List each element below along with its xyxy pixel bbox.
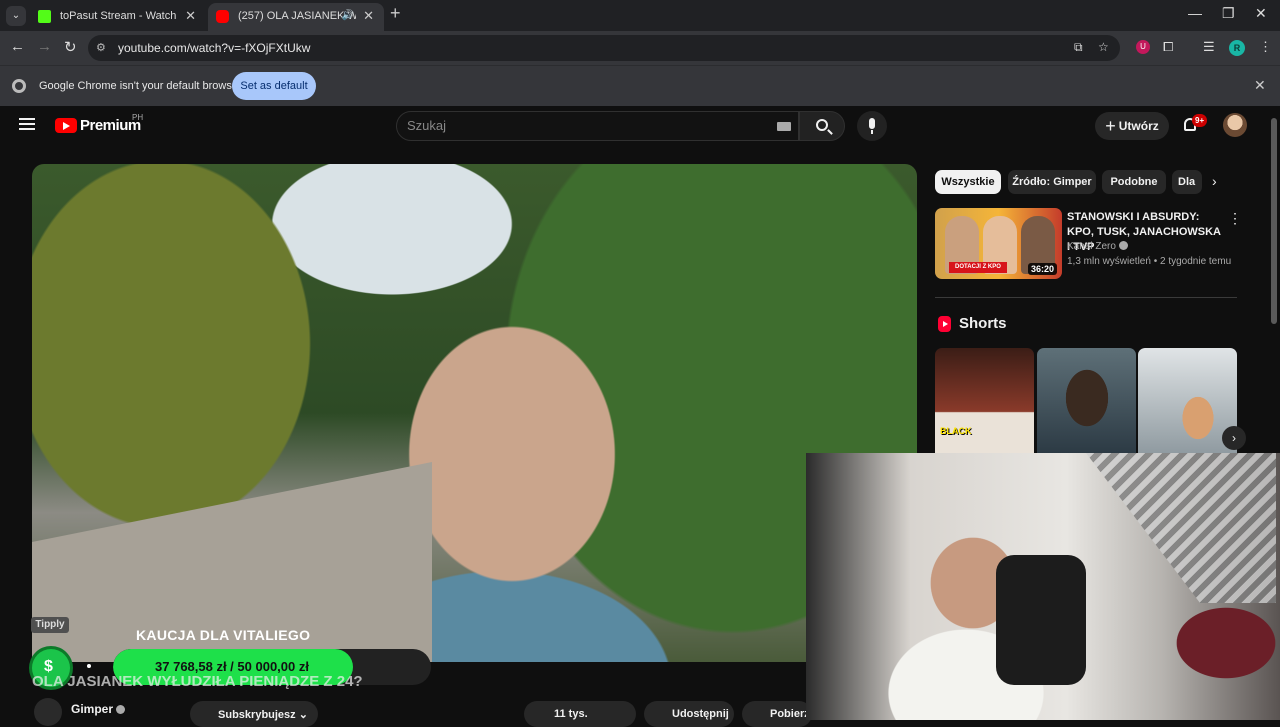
url-text[interactable]: youtube.com/watch?v=-fXOjFXtUkw (118, 41, 310, 55)
thumbnail-banner: DOTACJI Z KPO (949, 262, 1007, 273)
verified-badge-icon (1118, 241, 1128, 250)
share-label: Udostępnij (672, 708, 729, 720)
kick-favicon-icon (38, 10, 51, 23)
chevron-right-icon[interactable]: › (1212, 173, 1217, 189)
short-label: BLACK (940, 426, 972, 436)
close-tab-icon[interactable]: ✕ (363, 3, 374, 29)
download-label: Pobierz (770, 708, 810, 720)
tipply-brand: Tipply (31, 617, 69, 633)
tab-strip: ⌄ toPasut Stream - Watch Live on ✕ (257)… (0, 0, 1280, 31)
webcam-overlay (806, 453, 1280, 720)
channel-name-text: Gimper (71, 702, 114, 716)
video-title: OLA JASIANEK WYŁUDZIŁA PIENIĄDZE Z 24? (32, 673, 363, 690)
set-default-button[interactable]: Set as default (232, 72, 316, 100)
minimize-icon[interactable]: — (1188, 5, 1202, 21)
back-icon[interactable]: ← (10, 38, 25, 55)
channel-name[interactable]: Gimper (71, 702, 126, 716)
account-avatar[interactable] (1223, 113, 1247, 137)
video-player[interactable] (32, 164, 917, 662)
shorts-logo-icon (938, 316, 951, 332)
voice-search-mic-icon[interactable] (857, 111, 887, 141)
notifications-badge: 9+ (1192, 114, 1208, 127)
webcam-stairs (1086, 453, 1276, 603)
tab-search-button[interactable]: ⌄ (6, 6, 26, 26)
shorts-next-icon[interactable]: › (1222, 426, 1246, 450)
forward-icon[interactable]: → (37, 38, 52, 55)
reading-list-icon[interactable]: ☰ (1203, 39, 1215, 55)
infobar-message: Google Chrome isn't your default browser (39, 80, 242, 92)
site-info-icon[interactable]: ⚙ (96, 41, 106, 54)
donation-goal-title: KAUCJA DLA VITALIEGO (136, 627, 311, 643)
search-input[interactable] (407, 118, 767, 133)
subscribe-button[interactable]: Subskrybujesz ⌄ (190, 701, 318, 727)
extensions-puzzle-icon[interactable]: ⧠ (1163, 39, 1173, 55)
recommended-channel-text: Kanał Zero (1067, 241, 1116, 252)
recommended-thumbnail[interactable]: DOTACJI Z KPO 36:20 (935, 208, 1062, 279)
chip-source[interactable]: Źródło: Gimper (1008, 170, 1096, 194)
country-code: PH (132, 113, 144, 122)
like-button[interactable]: 11 tys. (524, 701, 636, 727)
default-browser-infobar: Google Chrome isn't your default browser… (0, 65, 1280, 106)
channel-avatar[interactable] (34, 698, 62, 726)
close-tab-icon[interactable]: ✕ (185, 3, 196, 29)
chrome-logo-icon (12, 79, 26, 93)
page-scrollbar[interactable] (1271, 118, 1277, 324)
youtube-header: Premium PH +Utwórz 9+ (0, 106, 1280, 146)
short-item[interactable]: BLACK (935, 348, 1034, 454)
chip-for-you[interactable]: Dla (1172, 170, 1202, 194)
subscribe-label: Subskrybujesz (218, 708, 296, 721)
video-duration: 36:20 (1027, 263, 1057, 275)
create-label: Utwórz (1118, 118, 1159, 133)
tab-kick[interactable]: toPasut Stream - Watch Live on ✕ (30, 3, 206, 31)
plus-icon: + (1105, 115, 1116, 136)
close-infobar-icon[interactable]: ✕ (1254, 77, 1266, 94)
shorts-heading: Shorts (959, 315, 1007, 332)
recommended-meta: 1,3 mln wyświetleń • 2 tygodnie temu (1067, 256, 1232, 267)
search-icon (816, 119, 828, 131)
browser-toolbar: ← → ↻ ⚙ youtube.com/watch?v=-fXOjFXtUkw … (0, 31, 1280, 65)
profile-avatar[interactable]: R (1229, 40, 1245, 56)
share-button[interactable]: Udostępnij (644, 701, 734, 727)
donation-goal-amount: 37 768,58 zł / 50 000,00 zł (155, 659, 309, 674)
reload-icon[interactable]: ↻ (64, 38, 77, 56)
download-button[interactable]: Pobierz (742, 701, 812, 727)
tab-title: (257) OLA JASIANEK WYŁUD (238, 10, 356, 22)
webcam-chair (996, 555, 1086, 685)
recommended-channel[interactable]: Kanał Zero (1067, 241, 1128, 252)
short-item[interactable] (1037, 348, 1136, 454)
search-button[interactable] (799, 111, 845, 141)
install-app-icon[interactable]: ⧉ (1074, 40, 1083, 55)
search-box[interactable] (396, 111, 799, 141)
new-tab-button[interactable]: + (390, 3, 401, 24)
youtube-favicon-icon (216, 10, 229, 23)
create-button[interactable]: + Utwórz (1095, 112, 1169, 140)
speaker-icon[interactable]: 🔊 (342, 3, 354, 29)
divider (935, 297, 1237, 298)
restore-icon[interactable]: ❐ (1222, 5, 1235, 22)
address-bar[interactable]: ⚙ youtube.com/watch?v=-fXOjFXtUkw ⧉ ☆ (88, 35, 1120, 61)
tab-title: toPasut Stream - Watch Live on (60, 10, 178, 22)
chrome-menu-icon[interactable]: ⋮ (1259, 39, 1272, 55)
more-options-icon[interactable]: ⋮ (1228, 210, 1242, 227)
separator-dot (87, 664, 91, 668)
keyboard-icon[interactable] (777, 122, 791, 131)
youtube-logo-icon[interactable] (55, 118, 77, 133)
bookmark-star-icon[interactable]: ☆ (1098, 40, 1109, 54)
chip-all[interactable]: Wszystkie (935, 170, 1001, 194)
chip-similar[interactable]: Podobne (1102, 170, 1166, 194)
extension-u-icon[interactable]: U (1136, 40, 1150, 54)
verified-badge-icon (116, 705, 126, 714)
tab-youtube[interactable]: (257) OLA JASIANEK WYŁUD 🔊 ✕ (208, 3, 384, 31)
close-window-icon[interactable]: ✕ (1255, 5, 1267, 22)
like-count: 11 tys. (554, 708, 588, 720)
menu-hamburger-icon[interactable] (19, 118, 35, 130)
